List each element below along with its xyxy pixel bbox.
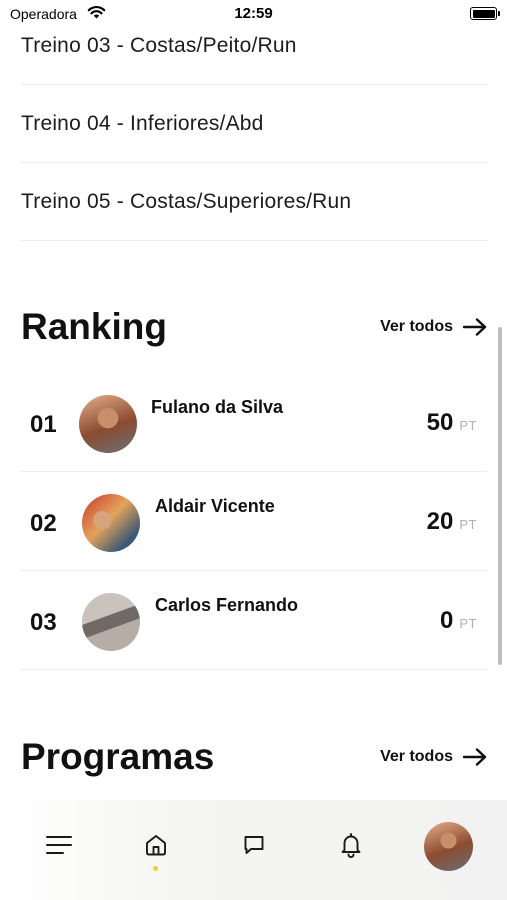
bottom-tab-bar (0, 800, 507, 900)
workout-title: Treino 04 - Inferiores/Abd (21, 111, 264, 135)
app-screen: Operadora 12:59 Treino 03 - Costas/Peito… (0, 0, 507, 900)
bell-icon (339, 832, 363, 863)
avatar (79, 395, 137, 453)
programs-header: Programas Ver todos (21, 736, 487, 778)
menu-tab[interactable] (39, 827, 79, 867)
scrollbar[interactable] (498, 327, 502, 665)
home-icon (144, 833, 168, 862)
workout-item[interactable]: Treino 04 - Inferiores/Abd (21, 85, 488, 163)
programs-title: Programas (21, 736, 215, 777)
profile-avatar[interactable] (424, 822, 473, 871)
programs-see-all-button[interactable]: Ver todos (380, 748, 487, 766)
menu-icon (45, 834, 73, 861)
workout-item[interactable]: Treino 05 - Costas/Superiores/Run (21, 163, 488, 241)
rank-unit: PT (459, 517, 477, 532)
workout-title: Treino 05 - Costas/Superiores/Run (21, 189, 352, 213)
active-tab-indicator (153, 866, 158, 871)
ranking-row[interactable]: 02 Aldair Vicente 20 PT (21, 472, 487, 571)
see-all-label: Ver todos (380, 318, 453, 335)
workout-list: Treino 03 - Costas/Peito/Run Treino 04 -… (0, 8, 507, 241)
workout-item[interactable]: Treino 03 - Costas/Peito/Run (21, 8, 488, 85)
rank-position: 01 (30, 411, 57, 438)
rank-name: Fulano da Silva (151, 397, 284, 417)
arrow-right-icon (462, 748, 487, 766)
rank-name: Aldair Vicente (155, 496, 275, 516)
rank-position: 02 (30, 510, 57, 537)
rank-unit: PT (459, 616, 477, 631)
rank-points: 20 PT (427, 508, 477, 536)
rank-points: 0 PT (440, 607, 477, 635)
home-tab[interactable] (136, 827, 176, 867)
rank-score: 20 (426, 508, 454, 535)
avatar (82, 494, 140, 552)
ranking-header: Ranking Ver todos (21, 306, 487, 348)
ranking-see-all-button[interactable]: Ver todos (380, 318, 487, 336)
chat-icon (242, 833, 266, 862)
arrow-right-icon (462, 318, 487, 336)
chat-tab[interactable] (234, 827, 274, 867)
rank-position: 03 (30, 609, 57, 636)
workout-title: Treino 03 - Costas/Peito/Run (21, 34, 297, 57)
avatar (82, 593, 140, 651)
rank-points: 50 PT (427, 409, 477, 437)
ranking-row[interactable]: 03 Carlos Fernando 0 PT (21, 571, 487, 670)
ranking-list: 01 Fulano da Silva 50 PT 02 Aldair Vicen… (21, 373, 487, 670)
ranking-row[interactable]: 01 Fulano da Silva 50 PT (21, 373, 487, 472)
rank-unit: PT (459, 418, 477, 433)
rank-name: Carlos Fernando (155, 595, 299, 615)
ranking-title: Ranking (21, 306, 167, 347)
see-all-label: Ver todos (380, 748, 453, 765)
rank-score: 50 (426, 409, 454, 436)
notifications-tab[interactable] (331, 827, 371, 867)
rank-score: 0 (440, 607, 454, 634)
